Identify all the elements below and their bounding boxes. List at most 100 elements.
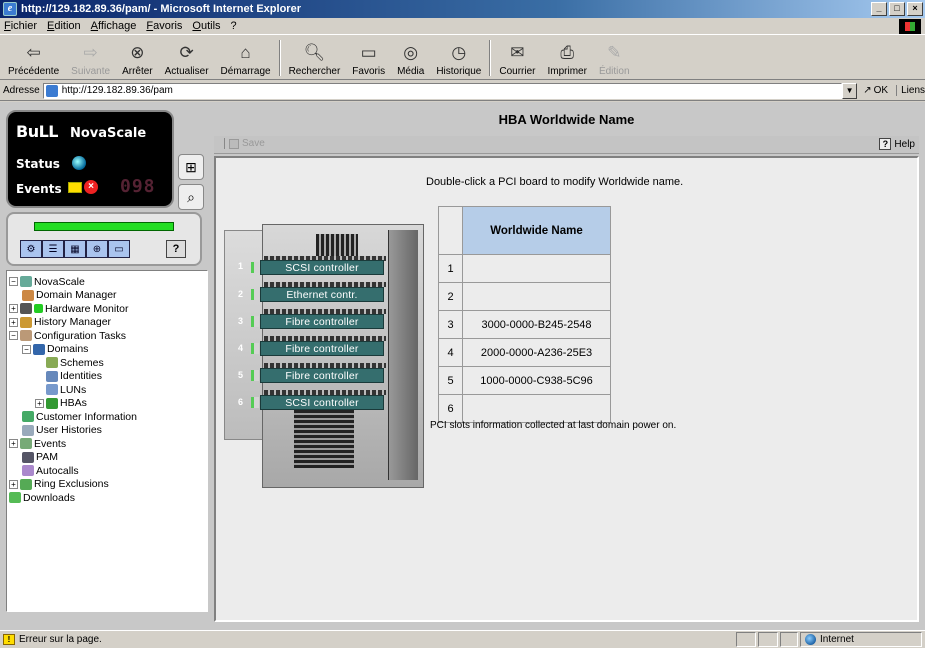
refresh-button[interactable]: ⟳ Actualiser	[159, 37, 215, 79]
pci-footnote: PCI slots information collected at last …	[430, 420, 677, 431]
collapse-icon[interactable]: −	[22, 344, 31, 354]
tree-item-luns[interactable]: LUNs	[9, 383, 205, 397]
binoculars-icon[interactable]: ⌕	[178, 184, 204, 210]
slot-number: 1	[238, 261, 244, 271]
warning-icon[interactable]: !	[3, 634, 15, 645]
list-icon[interactable]: ☰	[42, 240, 64, 258]
network-icon[interactable]: ⊕	[86, 240, 108, 258]
collapse-icon[interactable]: −	[9, 277, 18, 287]
home-button[interactable]: ⌂ Démarrage	[215, 37, 277, 79]
address-input[interactable]: http://129.182.89.36/pam	[42, 82, 842, 99]
tree-item-autocalls[interactable]: Autocalls	[9, 464, 205, 478]
close-button[interactable]: ×	[907, 2, 923, 16]
event-message-icon[interactable]	[68, 182, 82, 193]
media-button[interactable]: ◎ Média	[391, 37, 430, 79]
slot-number-cell: 4	[438, 338, 463, 367]
tree-item-schemes[interactable]: Schemes	[9, 356, 205, 370]
tree-item-identities[interactable]: Identities	[9, 370, 205, 384]
status-message[interactable]: Erreur sur la page.	[19, 634, 102, 645]
tree-item-domains[interactable]: − Domains	[9, 343, 205, 357]
tree-item-novascale[interactable]: − NovaScale	[9, 275, 205, 289]
pci-slot-5-card[interactable]: Fibre controller	[251, 368, 384, 383]
monitor-icon[interactable]: ▭	[108, 240, 130, 258]
expand-icon[interactable]: +	[35, 398, 44, 408]
tree-item-hardware-monitor[interactable]: + Hardware Monitor	[9, 302, 205, 316]
search-button[interactable]: 🔍︎ Rechercher	[283, 37, 347, 79]
help-icon[interactable]: ?	[166, 240, 186, 258]
status-indicator-icon[interactable]	[72, 156, 86, 170]
minimize-button[interactable]: _	[871, 2, 887, 16]
table-row[interactable]: 5 1000-0000-C938-5C96	[438, 366, 611, 395]
pci-slot-2-card[interactable]: Ethernet contr.	[251, 287, 384, 302]
expand-icon[interactable]: +	[9, 317, 18, 327]
slot-number: 3	[238, 316, 244, 326]
tree-item-customer-information[interactable]: Customer Information	[9, 410, 205, 424]
tree-item-ring-exclusions[interactable]: + Ring Exclusions	[9, 478, 205, 492]
event-error-icon[interactable]: ×	[84, 180, 98, 194]
pci-slot-3-card[interactable]: Fibre controller	[251, 314, 384, 329]
tree-item-events[interactable]: + Events	[9, 437, 205, 451]
home-icon: ⌂	[240, 43, 251, 62]
worldwide-name-cell[interactable]: 1000-0000-C938-5C96	[462, 366, 611, 395]
mail-button[interactable]: ✉ Courrier	[493, 37, 541, 79]
slot-led	[251, 262, 259, 273]
table-row[interactable]: 3 3000-0000-B245-2548	[438, 310, 611, 339]
save-disk-icon	[229, 138, 239, 149]
back-button[interactable]: ⇦ Précédente	[2, 37, 65, 79]
tree-item-downloads[interactable]: Downloads	[9, 491, 205, 505]
table-row[interactable]: 4 2000-0000-A236-25E3	[438, 338, 611, 367]
tree-item-hbas[interactable]: + HBAs	[9, 397, 205, 411]
status-bar: ! Erreur sur la page. Internet	[0, 630, 925, 648]
print-button[interactable]: ⎙ Imprimer	[541, 37, 592, 79]
tree-view-icon[interactable]: ⊞	[178, 154, 204, 180]
power-icon[interactable]: ⚙	[20, 240, 42, 258]
worldwide-name-cell[interactable]	[462, 254, 611, 283]
collapse-icon[interactable]: −	[9, 331, 18, 341]
tree-item-domain-manager[interactable]: Domain Manager	[9, 289, 205, 303]
help-button[interactable]: ? Help	[879, 138, 915, 150]
pci-slot-1-card[interactable]: SCSI controller	[251, 260, 384, 275]
table-row[interactable]: 2	[438, 282, 611, 311]
right-panel: HBA Worldwide Name Save ? Help Double-cli…	[214, 106, 919, 626]
tree-item-user-histories[interactable]: User Histories	[9, 424, 205, 438]
menu-help[interactable]: ?	[231, 20, 237, 32]
expand-icon[interactable]: +	[9, 304, 18, 314]
pci-slot-4-card[interactable]: Fibre controller	[251, 341, 384, 356]
tree-item-configuration-tasks[interactable]: − Configuration Tasks	[9, 329, 205, 343]
pci-slot-6-card[interactable]: SCSI controller	[251, 395, 384, 410]
table-row[interactable]: 6	[438, 394, 611, 423]
worldwide-name-cell[interactable]: 2000-0000-A236-25E3	[462, 338, 611, 367]
history-button[interactable]: ◷ Historique	[430, 37, 487, 79]
expand-icon[interactable]: +	[9, 479, 18, 489]
save-button[interactable]: Save	[224, 138, 265, 149]
forward-button[interactable]: ⇨ Suivante	[65, 37, 116, 79]
stop-button[interactable]: ⊗ Arrêter	[116, 37, 159, 79]
address-dropdown-button[interactable]: ▼	[841, 82, 858, 99]
links-button[interactable]: Liens	[896, 85, 925, 96]
grid-icon[interactable]: ▦	[64, 240, 86, 258]
media-icon: ◎	[403, 43, 419, 62]
tree-item-pam[interactable]: PAM	[9, 451, 205, 465]
worldwide-name-cell[interactable]	[462, 394, 611, 423]
menu-affichage[interactable]: Affichage	[91, 20, 137, 32]
worldwide-name-cell[interactable]: 3000-0000-B245-2548	[462, 310, 611, 339]
control-toolbar: ⚙ ☰ ▦ ⊕ ▭ ?	[6, 212, 202, 266]
worldwide-name-cell[interactable]	[462, 282, 611, 311]
menu-fichier[interactable]: Fichier	[4, 20, 37, 32]
window-title: http://129.182.89.36/pam/ - Microsoft In…	[21, 3, 301, 15]
slot-led	[251, 343, 259, 354]
tree-item-history-manager[interactable]: + History Manager	[9, 316, 205, 330]
favorites-button[interactable]: ▭ Favoris	[346, 37, 391, 79]
table-row[interactable]: 1	[438, 254, 611, 283]
expand-icon[interactable]: +	[9, 439, 18, 449]
pci-board-diagram: 1 SCSI controller 2 Ethernet contr. 3 Fi…	[224, 224, 424, 488]
menu-edition[interactable]: Edition	[47, 20, 81, 32]
menu-bar: Fichier Edition Affichage Favoris Outils…	[0, 18, 925, 35]
edit-button[interactable]: ✎ Édition	[593, 37, 636, 79]
customer-info-icon	[22, 411, 34, 423]
menu-favoris[interactable]: Favoris	[146, 20, 182, 32]
help-icon: ?	[879, 138, 892, 150]
menu-outils[interactable]: Outils	[192, 20, 220, 32]
go-button[interactable]: ↗ OK	[863, 85, 888, 96]
maximize-button[interactable]: □	[889, 2, 905, 16]
